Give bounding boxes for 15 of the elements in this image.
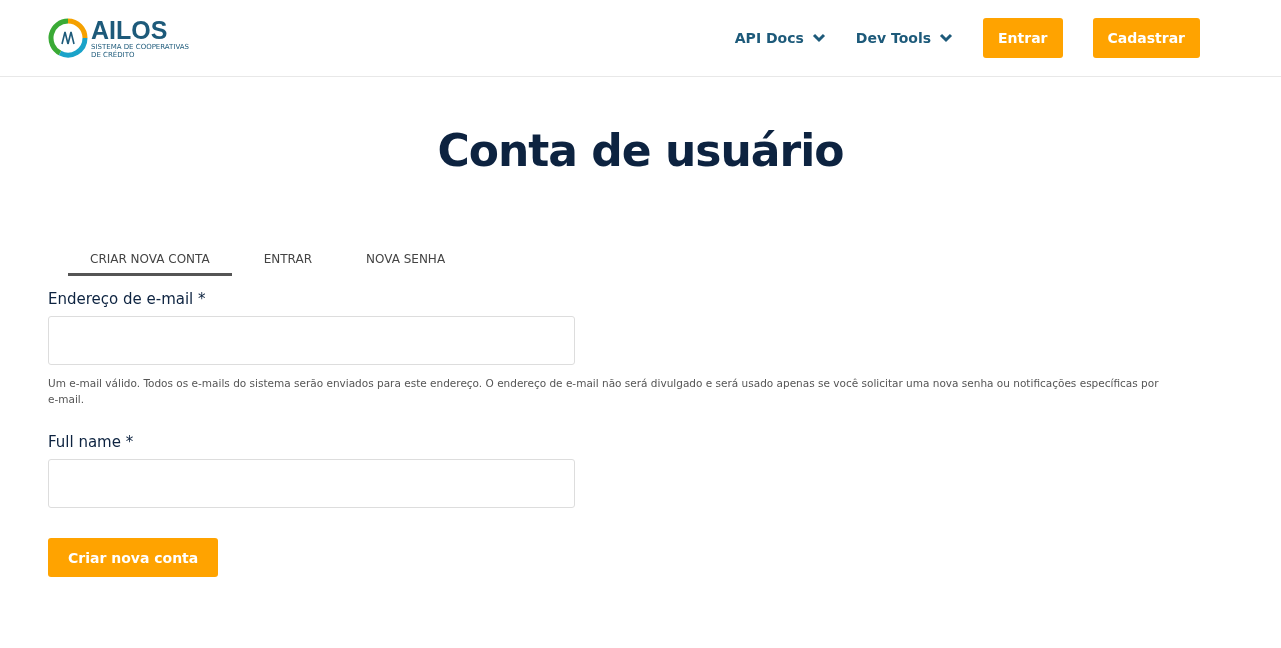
logo-name: AILOS xyxy=(91,17,168,43)
logo-icon xyxy=(48,18,88,58)
nav-menu-link[interactable]: API Docs xyxy=(734,30,826,46)
nav-menu-link[interactable]: Dev Tools xyxy=(855,30,954,46)
tab[interactable]: CRIAR NOVA CONTA xyxy=(68,246,232,276)
help-text: Um e-mail válido. Todos os e-mails do sistema serão enviados para este endereço. O endereço de e-mail não será divulgado e será usado apenas se você solicitar uma nova senha ou notificações específicas por e-mail. xyxy=(48,376,1160,407)
field-label: Full name * xyxy=(48,433,135,451)
input-field[interactable] xyxy=(48,316,575,365)
tab[interactable]: NOVA SENHA xyxy=(344,246,468,276)
chevron-down-icon xyxy=(811,33,826,43)
chevron-down-icon xyxy=(939,33,954,43)
page-title: Conta de usuário xyxy=(436,125,845,176)
tab[interactable]: ENTRAR xyxy=(241,246,334,276)
input-field[interactable] xyxy=(48,459,575,508)
field-label: Endereço de e-mail * xyxy=(48,290,207,308)
